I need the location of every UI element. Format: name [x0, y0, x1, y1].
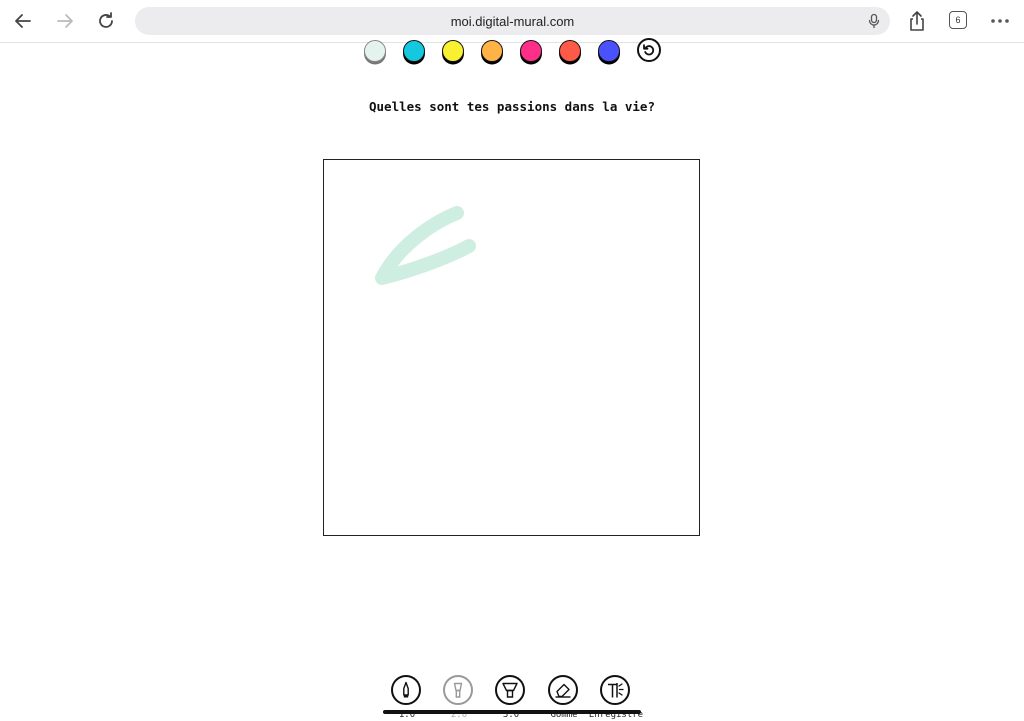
color-swatch-yellow[interactable]	[442, 40, 464, 62]
color-swatch-orange[interactable]	[481, 40, 503, 62]
color-swatch-blue[interactable]	[598, 40, 620, 62]
undo-icon[interactable]	[637, 38, 661, 62]
color-palette	[0, 38, 1024, 66]
reload-icon[interactable]	[91, 6, 121, 36]
color-swatch-mint[interactable]	[364, 40, 386, 62]
eraser-icon	[548, 675, 578, 705]
tool-underline	[383, 710, 641, 714]
color-swatch-pink[interactable]	[520, 40, 542, 62]
more-icon[interactable]	[985, 6, 1015, 36]
brush-medium-icon	[443, 675, 473, 705]
brush-wide-icon	[495, 675, 525, 705]
prompt-question: Quelles sont tes passions dans la vie?	[369, 99, 655, 114]
color-swatch-cyan[interactable]	[403, 40, 425, 62]
microphone-icon[interactable]	[866, 13, 882, 29]
color-swatch-red[interactable]	[559, 40, 581, 62]
tabs-icon[interactable]: 6	[949, 11, 967, 29]
browser-toolbar: moi.digital-mural.com 6	[0, 0, 1024, 43]
back-arrow-icon[interactable]	[8, 6, 38, 36]
address-bar[interactable]: moi.digital-mural.com	[135, 7, 890, 35]
drawing-canvas[interactable]	[323, 159, 700, 536]
share-icon[interactable]	[902, 6, 932, 36]
forward-arrow-icon[interactable]	[50, 6, 80, 36]
tool-bar: 1.0 2.0 3.0 Gomme Enregistre	[0, 672, 1024, 721]
drawn-stroke	[375, 206, 476, 285]
brush-fine-icon	[391, 675, 421, 705]
save-icon	[600, 675, 630, 705]
url-text: moi.digital-mural.com	[450, 13, 575, 29]
